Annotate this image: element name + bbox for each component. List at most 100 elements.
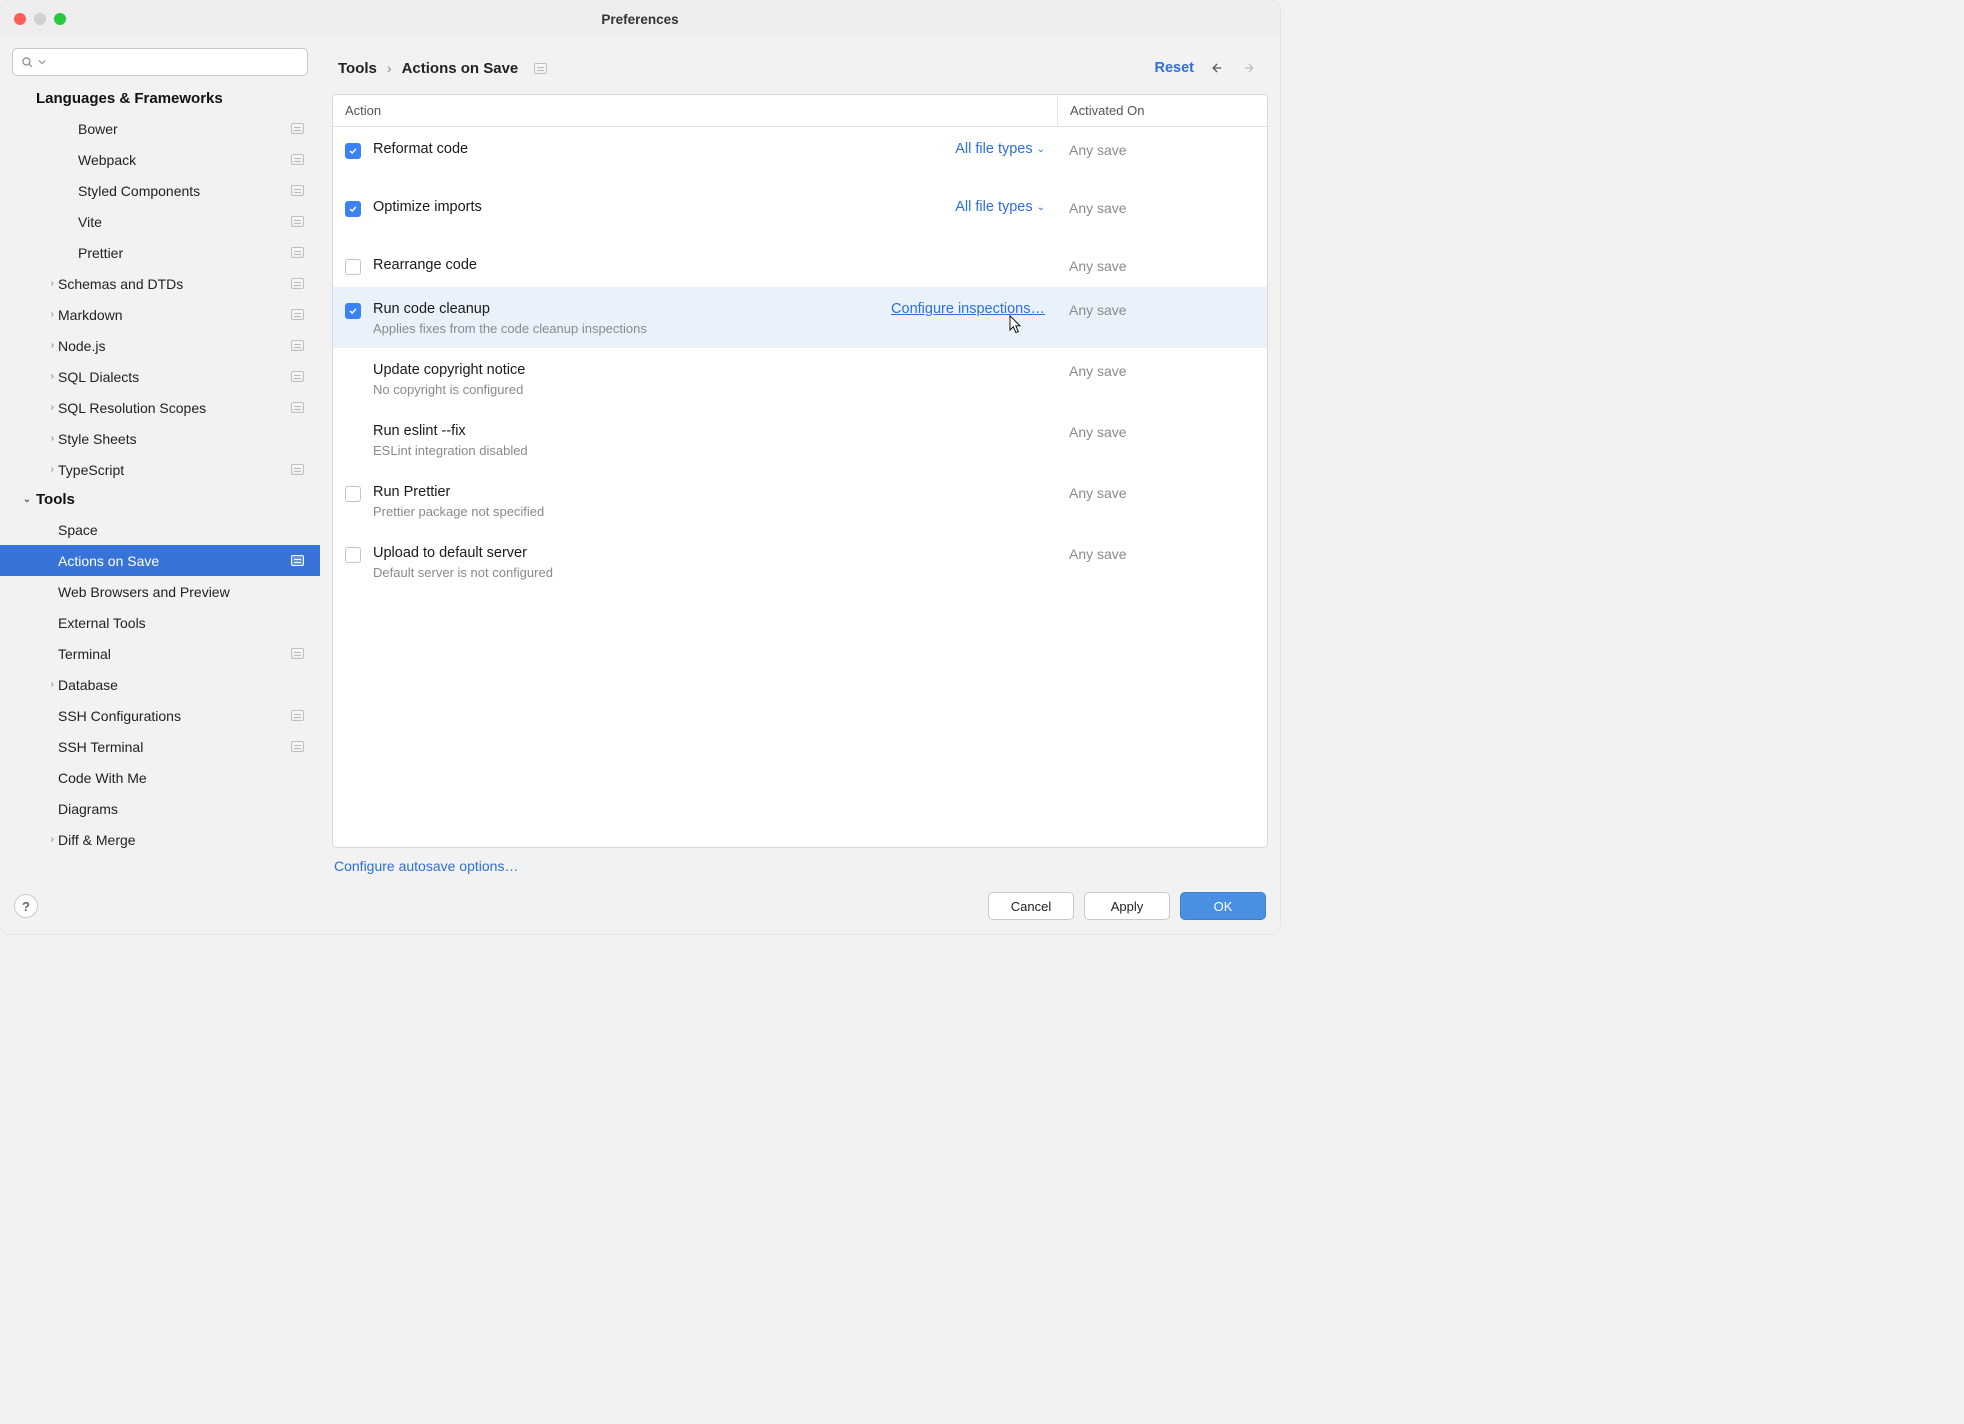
tree-item[interactable]: ›Schemas and DTDs xyxy=(0,268,320,299)
chevron-right-icon: › xyxy=(0,834,58,845)
activated-on-value: Any save xyxy=(1057,470,1267,531)
tree-section-tools[interactable]: ⌄ Tools xyxy=(0,485,320,514)
action-title: Optimize imports xyxy=(373,199,482,215)
project-settings-icon xyxy=(291,402,304,413)
project-settings-icon xyxy=(291,371,304,382)
project-settings-icon xyxy=(291,464,304,475)
chevron-right-icon: › xyxy=(0,278,58,289)
cancel-button[interactable]: Cancel xyxy=(988,892,1074,920)
tree-item[interactable]: Space xyxy=(0,514,320,545)
breadcrumb-parent[interactable]: Tools xyxy=(338,60,377,77)
tree-item[interactable]: SSH Terminal xyxy=(0,731,320,762)
action-title: Run code cleanup xyxy=(373,301,490,317)
action-subtitle: Applies fixes from the code cleanup insp… xyxy=(373,321,1045,336)
file-types-dropdown[interactable]: All file types⌄ xyxy=(955,141,1045,157)
table-row[interactable]: Reformat codeAll file types⌄Any save xyxy=(333,127,1267,185)
tree-item-label: Bower xyxy=(0,121,291,137)
activated-on-value: Any save xyxy=(1057,127,1267,185)
table-row[interactable]: Run code cleanup Configure inspections… Ap… xyxy=(333,287,1267,348)
tree-item-label: Web Browsers and Preview xyxy=(0,584,308,600)
table-row[interactable]: Run PrettierPrettier package not specifi… xyxy=(333,470,1267,531)
tree-item[interactable]: SSH Configurations xyxy=(0,700,320,731)
configure-autosave-link[interactable]: Configure autosave options… xyxy=(334,858,518,874)
tree-item[interactable]: Prettier xyxy=(0,237,320,268)
tree-item[interactable]: Diagrams xyxy=(0,793,320,824)
project-settings-icon xyxy=(291,309,304,320)
activated-on-value: Any save xyxy=(1057,409,1267,470)
action-checkbox[interactable] xyxy=(345,303,361,319)
action-title: Upload to default server xyxy=(373,545,527,561)
tree-item-label: Terminal xyxy=(0,646,291,662)
dialog-footer: ? Cancel Apply OK xyxy=(0,878,1280,934)
tree-item[interactable]: ›SQL Dialects xyxy=(0,361,320,392)
back-button[interactable] xyxy=(1204,56,1228,80)
action-checkbox[interactable] xyxy=(345,201,361,217)
tree-item-label: Code With Me xyxy=(0,770,308,786)
tree-item-label: Database xyxy=(58,677,308,693)
tree-item[interactable]: ›Markdown xyxy=(0,299,320,330)
project-settings-icon xyxy=(291,710,304,721)
tree-item[interactable]: Web Browsers and Preview xyxy=(0,576,320,607)
action-checkbox[interactable] xyxy=(345,547,361,563)
ok-button[interactable]: OK xyxy=(1180,892,1266,920)
project-settings-icon xyxy=(291,648,304,659)
file-types-dropdown[interactable]: All file types⌄ xyxy=(955,199,1045,215)
project-settings-icon xyxy=(291,340,304,351)
zoom-window-button[interactable] xyxy=(54,13,66,25)
table-row[interactable]: Upload to default server Default server i… xyxy=(333,531,1267,592)
settings-tree[interactable]: Languages & Frameworks Bower Webpack Style… xyxy=(0,84,320,878)
action-subtitle: ESLint integration disabled xyxy=(373,443,1045,458)
activated-on-value: Any save xyxy=(1057,287,1267,348)
close-window-button[interactable] xyxy=(14,13,26,25)
chevron-down-icon: ⌄ xyxy=(20,494,34,505)
tree-item[interactable]: Actions on Save xyxy=(0,545,320,576)
tree-item[interactable]: ›Diff & Merge xyxy=(0,824,320,855)
settings-search-field[interactable] xyxy=(50,55,299,70)
tree-item-label: SSH Configurations xyxy=(0,708,291,724)
tree-item[interactable]: ›Database xyxy=(0,669,320,700)
project-settings-icon xyxy=(291,555,304,566)
configure-inspections-link[interactable]: Configure inspections… xyxy=(891,301,1045,317)
action-checkbox[interactable] xyxy=(345,143,361,159)
chevron-right-icon: › xyxy=(0,433,58,444)
tree-item-label: External Tools xyxy=(0,615,308,631)
tree-item[interactable]: ›Style Sheets xyxy=(0,423,320,454)
chevron-right-icon: › xyxy=(0,371,58,382)
action-checkbox[interactable] xyxy=(345,259,361,275)
chevron-right-icon: › xyxy=(387,60,392,76)
reset-link[interactable]: Reset xyxy=(1155,60,1195,76)
project-settings-icon xyxy=(291,741,304,752)
tree-item[interactable]: ›SQL Resolution Scopes xyxy=(0,392,320,423)
minimize-window-button[interactable] xyxy=(34,13,46,25)
column-header-activated[interactable]: Activated On xyxy=(1057,95,1267,126)
table-row[interactable]: Rearrange codeAny save xyxy=(333,243,1267,287)
settings-search-input[interactable] xyxy=(12,48,308,76)
tree-item[interactable]: Webpack xyxy=(0,144,320,175)
table-row[interactable]: Run eslint --fixESLint integration disab… xyxy=(333,409,1267,470)
tree-item-label: Webpack xyxy=(0,152,291,168)
tree-item[interactable]: External Tools xyxy=(0,607,320,638)
tree-item[interactable]: Bower xyxy=(0,113,320,144)
search-icon xyxy=(21,56,34,69)
tree-item-label: Styled Components xyxy=(0,183,291,199)
actions-on-save-table: Action Activated On Reformat codeAll fil… xyxy=(332,94,1268,848)
table-row[interactable]: Update copyright noticeNo copyright is c… xyxy=(333,348,1267,409)
table-row[interactable]: Optimize importsAll file types⌄Any save xyxy=(333,185,1267,243)
apply-button[interactable]: Apply xyxy=(1084,892,1170,920)
tree-item-label: Prettier xyxy=(0,245,291,261)
tree-item[interactable]: ›TypeScript xyxy=(0,454,320,485)
tree-item[interactable]: ›Node.js xyxy=(0,330,320,361)
action-checkbox[interactable] xyxy=(345,486,361,502)
tree-item-label: Vite xyxy=(0,214,291,230)
tree-section-languages-frameworks[interactable]: Languages & Frameworks xyxy=(0,84,320,113)
action-subtitle: Default server is not configured xyxy=(373,565,1045,580)
help-button[interactable]: ? xyxy=(14,894,38,918)
tree-item[interactable]: Code With Me xyxy=(0,762,320,793)
tree-item[interactable]: Terminal xyxy=(0,638,320,669)
tree-item[interactable]: Vite xyxy=(0,206,320,237)
tree-item[interactable]: Styled Components xyxy=(0,175,320,206)
chevron-right-icon: › xyxy=(0,340,58,351)
tree-item-label: TypeScript xyxy=(58,462,291,478)
action-subtitle: No copyright is configured xyxy=(373,382,1045,397)
column-header-action[interactable]: Action xyxy=(333,95,1057,126)
